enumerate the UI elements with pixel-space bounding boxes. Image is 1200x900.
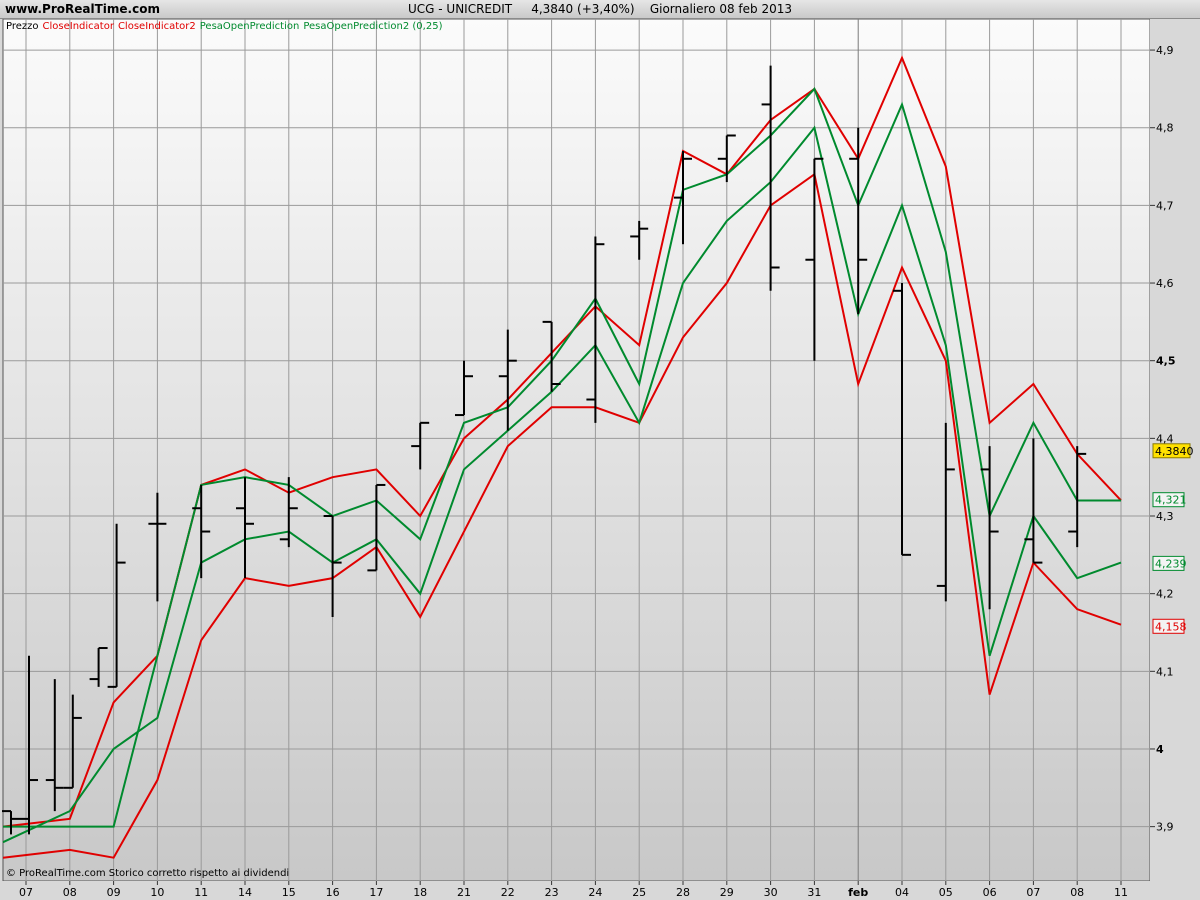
y-tick-label: 4,7 (1156, 199, 1174, 212)
x-tick-label: 07 (19, 886, 33, 899)
last-value-label: 4,239 (1155, 557, 1187, 570)
x-tick-label: 29 (720, 886, 734, 899)
y-tick-label: 4,8 (1156, 122, 1174, 135)
title-bar: www.ProRealTime.com UCG - UNICREDIT 4,38… (0, 0, 1200, 19)
x-tick-label: 08 (63, 886, 77, 899)
footer-note: © ProRealTime.com Storico corretto rispe… (6, 868, 289, 879)
y-tick-label: 4,3 (1156, 510, 1174, 523)
x-tick-label: 15 (282, 886, 296, 899)
x-tick-label: 24 (588, 886, 602, 899)
x-tick-label: 18 (413, 886, 427, 899)
last-price: 4,3840 (+3,40%) (531, 2, 635, 16)
x-tick-label: 06 (983, 886, 997, 899)
x-tick-label: 17 (369, 886, 383, 899)
legend: Prezzo CloseIndicator CloseIndicator2 PesaO… (6, 21, 443, 32)
legend-item: CloseIndicator (43, 21, 115, 32)
x-tick-label: 09 (107, 886, 121, 899)
x-tick-label: 10 (150, 886, 164, 899)
chart-window: www.ProRealTime.com UCG - UNICREDIT 4,38… (0, 0, 1200, 900)
x-tick-label: 28 (676, 886, 690, 899)
symbol-name: UCG - UNICREDIT (407, 2, 513, 16)
y-tick-label: 4 (1156, 743, 1164, 756)
x-tick-label: 08 (1070, 886, 1084, 899)
x-tick-label: 05 (939, 886, 953, 899)
last-value-label: 4,321 (1155, 494, 1187, 507)
period-date: Giornaliero 08 feb 2013 (649, 2, 793, 16)
y-tick-label: 4,9 (1156, 44, 1174, 57)
x-tick-label: 11 (1114, 886, 1128, 899)
x-tick-label: 23 (545, 886, 559, 899)
x-tick-label: feb (848, 886, 868, 899)
x-tick-label: 31 (807, 886, 821, 899)
legend-item: CloseIndicator2 (118, 21, 196, 32)
legend-item: Prezzo (6, 21, 39, 32)
x-tick-label: 04 (895, 886, 909, 899)
last-value-label: 4,3840 (1155, 445, 1194, 458)
x-tick-label: 25 (632, 886, 646, 899)
y-tick-label: 4,1 (1156, 665, 1174, 678)
x-tick-label: 11 (194, 886, 208, 899)
x-tick-label: 14 (238, 886, 252, 899)
price-chart[interactable]: 3,944,14,24,34,44,54,64,74,84,907 08 09 10 1… (0, 19, 1200, 900)
legend-item: PesaOpenPrediction (200, 21, 300, 32)
y-tick-label: 4,5 (1156, 355, 1176, 368)
x-tick-label: 22 (501, 886, 515, 899)
legend-item: PesaOpenPrediction2 (0,25) (303, 21, 442, 32)
y-tick-label: 4,6 (1156, 277, 1174, 290)
chart-header: UCG - UNICREDIT 4,3840 (+3,40%) Giornali… (0, 2, 1200, 16)
x-tick-label: 16 (326, 886, 340, 899)
x-tick-label: 21 (457, 886, 471, 899)
y-tick-label: 3,9 (1156, 821, 1174, 834)
last-value-label: 4,158 (1155, 620, 1187, 633)
y-tick-label: 4,2 (1156, 588, 1174, 601)
x-tick-label: 30 (764, 886, 778, 899)
x-tick-label: 07 (1026, 886, 1040, 899)
